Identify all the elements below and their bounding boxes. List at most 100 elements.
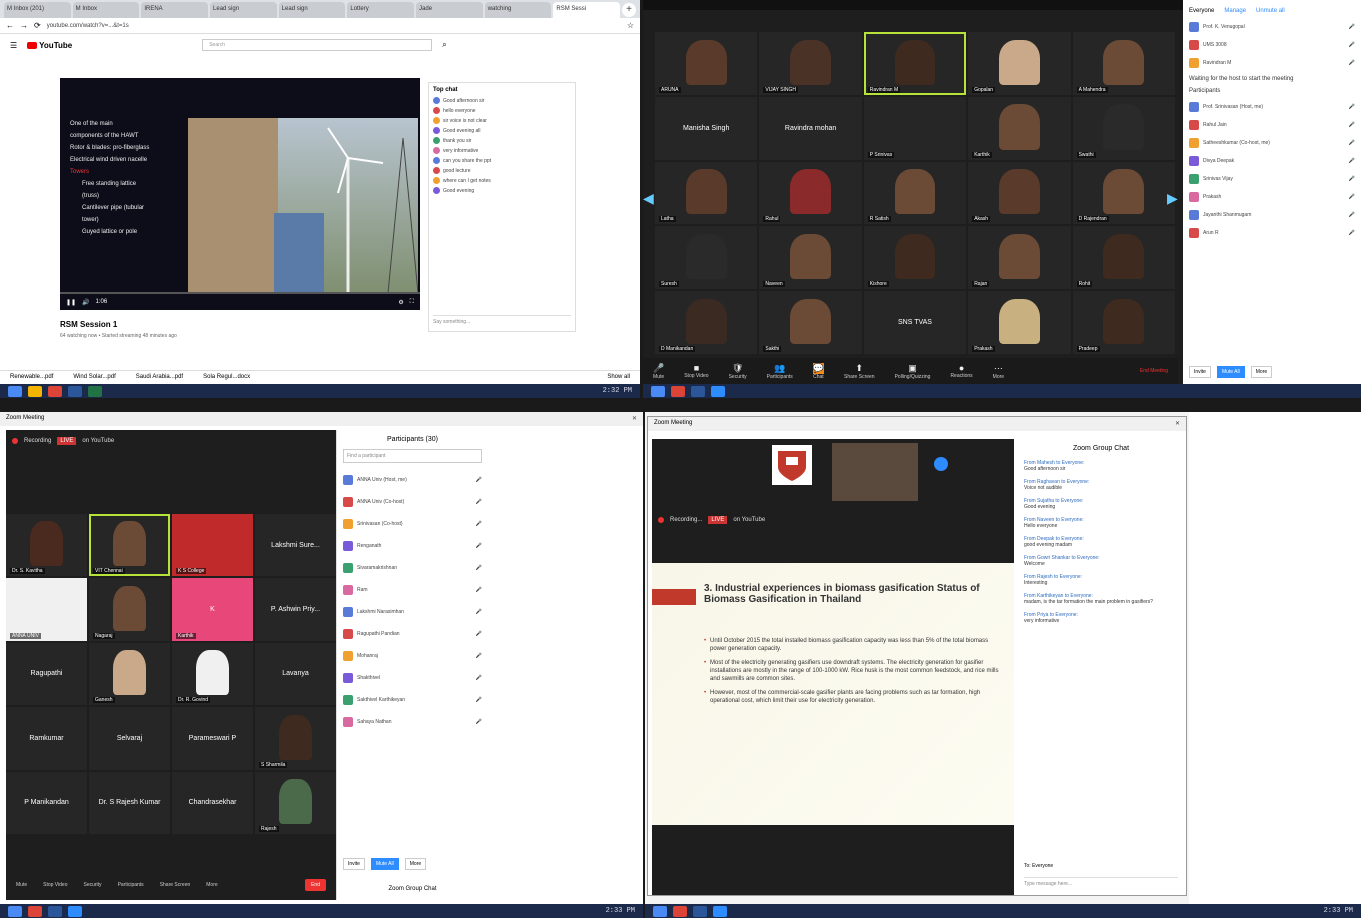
toolbar-button[interactable]: ▣ Polling/Quizzing [895, 363, 931, 380]
excel-icon[interactable] [88, 385, 102, 397]
zoom-icon[interactable] [68, 905, 82, 917]
participant-row[interactable]: Renganath 🎤 [343, 541, 482, 551]
participant-tile[interactable]: Rahul [759, 161, 862, 225]
muted-mic-icon[interactable]: 🎤 [1349, 194, 1355, 200]
toolbar-button[interactable]: 🎤 Mute [653, 363, 664, 380]
participant-tile[interactable]: Nagaraj [89, 578, 170, 641]
reload-icon[interactable]: ⟳ [34, 21, 41, 30]
panel-footer[interactable]: Zoom Group Chat [337, 886, 488, 892]
settings-icon[interactable]: ⚙ [398, 299, 403, 306]
start-icon[interactable] [8, 385, 22, 397]
participant-row[interactable]: Satheeshkumar (Co-host, me) 🎤 [1189, 138, 1355, 148]
toolbar-button[interactable]: Mute [16, 882, 27, 888]
toolbar-button[interactable]: Stop Video [43, 882, 67, 888]
chrome-icon[interactable] [671, 385, 685, 397]
participant-row[interactable]: UMS 3008 🎤 [1189, 40, 1355, 50]
participant-row[interactable]: Sakthivel Karthikeyan 🎤 [343, 695, 482, 705]
chrome-icon[interactable] [48, 385, 62, 397]
search-icon[interactable]: ⌕ [442, 40, 446, 50]
participant-tile[interactable]: Gopalan [968, 32, 1071, 95]
word-icon[interactable] [691, 385, 705, 397]
muted-mic-icon[interactable]: 🎤 [476, 719, 482, 725]
close-icon[interactable]: ✕ [1175, 420, 1180, 428]
muted-mic-icon[interactable]: 🎤 [476, 499, 482, 505]
participant-tile[interactable]: Ravindran M [863, 32, 967, 95]
panel-tab[interactable]: Manage [1224, 8, 1246, 14]
participant-tile[interactable]: Karthik [968, 96, 1071, 160]
participant-row[interactable]: Ram 🎤 [343, 585, 482, 595]
muted-mic-icon[interactable]: 🎤 [1349, 104, 1355, 110]
muted-mic-icon[interactable]: 🎤 [476, 565, 482, 571]
participant-tile[interactable]: D Manikandan [655, 291, 758, 354]
toolbar-button[interactable]: ■ Stop Video [684, 363, 708, 379]
next-page-icon[interactable]: ▶ [1167, 190, 1178, 207]
volume-icon[interactable]: 🔊 [82, 299, 89, 306]
browser-tab[interactable]: M Inbox [72, 2, 140, 18]
new-tab-icon[interactable]: + [622, 3, 637, 17]
word-icon[interactable] [693, 905, 707, 917]
participant-search[interactable]: Find a participant [343, 449, 482, 463]
participant-tile[interactable]: K S College [172, 514, 253, 577]
recording-label[interactable]: Recording [24, 438, 51, 444]
participant-tile[interactable]: K Karthik [172, 578, 253, 641]
explorer-icon[interactable] [28, 385, 42, 397]
word-icon[interactable] [68, 385, 82, 397]
fullscreen-icon[interactable]: ⛶ [410, 299, 414, 306]
toolbar-button[interactable]: More [206, 882, 217, 888]
close-icon[interactable]: ✕ [632, 415, 637, 423]
muted-mic-icon[interactable]: 🎤 [476, 697, 482, 703]
browser-tab[interactable]: Jade [416, 2, 483, 18]
live-badge[interactable]: LIVE [708, 516, 728, 524]
participant-tile[interactable]: R Satish [863, 161, 967, 225]
participant-tile[interactable]: Pradeep [1072, 291, 1175, 354]
participant-row[interactable]: Sahaya Nathan 🎤 [343, 717, 482, 727]
panel-button[interactable]: Invite [343, 858, 365, 870]
participant-tile[interactable]: ARUNA [655, 32, 758, 95]
participant-tile[interactable]: VIT Chennai [89, 514, 170, 577]
muted-mic-icon[interactable]: 🎤 [476, 543, 482, 549]
muted-mic-icon[interactable]: 🎤 [1349, 24, 1355, 30]
participant-tile[interactable]: P. Ashwin Priy... [255, 578, 336, 641]
participant-row[interactable]: Prof. K. Venugopal 🎤 [1189, 22, 1355, 32]
forward-icon[interactable]: → [20, 21, 28, 30]
participant-tile[interactable]: Swathi [1072, 96, 1175, 160]
recording-label[interactable]: Recording... [670, 517, 702, 523]
download-item[interactable]: Saudi Arabia...pdf [136, 374, 183, 381]
participant-tile[interactable]: Dr. S. Kavitha [6, 514, 87, 577]
participant-row[interactable]: Arun R 🎤 [1189, 228, 1355, 238]
participant-tile[interactable]: Selvaraj [89, 707, 170, 770]
muted-mic-icon[interactable]: 🎤 [1349, 230, 1355, 236]
toolbar-button[interactable]: 💬 Chat [812, 362, 824, 380]
participant-row[interactable]: Prakash 🎤 [1189, 192, 1355, 202]
participant-tile[interactable]: Lavanya [255, 642, 336, 706]
participant-tile[interactable]: A Mahendra [1072, 32, 1175, 95]
download-item[interactable]: Sola Regul...docx [203, 374, 250, 381]
participant-tile[interactable]: Lakshmi Sure... [255, 514, 336, 577]
muted-mic-icon[interactable]: 🎤 [476, 675, 482, 681]
participant-tile[interactable]: Ganesh [89, 642, 170, 706]
browser-tab[interactable]: Lottery [347, 2, 415, 18]
participant-row[interactable]: Ravindran M 🎤 [1189, 58, 1355, 68]
search-input[interactable]: Search [202, 39, 433, 51]
participant-tile[interactable]: Suresh [655, 226, 758, 290]
start-icon[interactable] [651, 385, 665, 397]
toolbar-button[interactable]: ⬆ Share Screen [844, 363, 875, 380]
participant-tile[interactable]: Chandrasekhar [172, 771, 253, 834]
toolbar-button[interactable]: 🛡 Security [729, 363, 747, 380]
participant-tile[interactable]: Manisha Singh [655, 96, 758, 160]
browser-tab[interactable]: Lead sign [210, 2, 277, 18]
end-meeting-button[interactable]: End Meeting [1140, 368, 1168, 374]
participant-row[interactable]: Divya Deepak 🎤 [1189, 156, 1355, 166]
muted-mic-icon[interactable]: 🎤 [1349, 158, 1355, 164]
youtube-logo[interactable]: YouTube [27, 41, 72, 50]
browser-tab[interactable]: IRENA [141, 2, 209, 18]
participant-row[interactable]: Rahul Jain 🎤 [1189, 120, 1355, 130]
participant-tile[interactable]: ANNA UNIV [6, 578, 87, 641]
download-item[interactable]: Renewable...pdf [10, 374, 53, 381]
toolbar-button[interactable]: Security [84, 882, 102, 888]
toolbar-button[interactable]: ⋯ More [993, 363, 1004, 380]
chat-header[interactable]: Top chat [433, 87, 571, 93]
chat-input[interactable]: Type message here... [1024, 877, 1178, 887]
muted-mic-icon[interactable]: 🎤 [476, 653, 482, 659]
participant-tile[interactable]: Kishore [863, 226, 967, 290]
